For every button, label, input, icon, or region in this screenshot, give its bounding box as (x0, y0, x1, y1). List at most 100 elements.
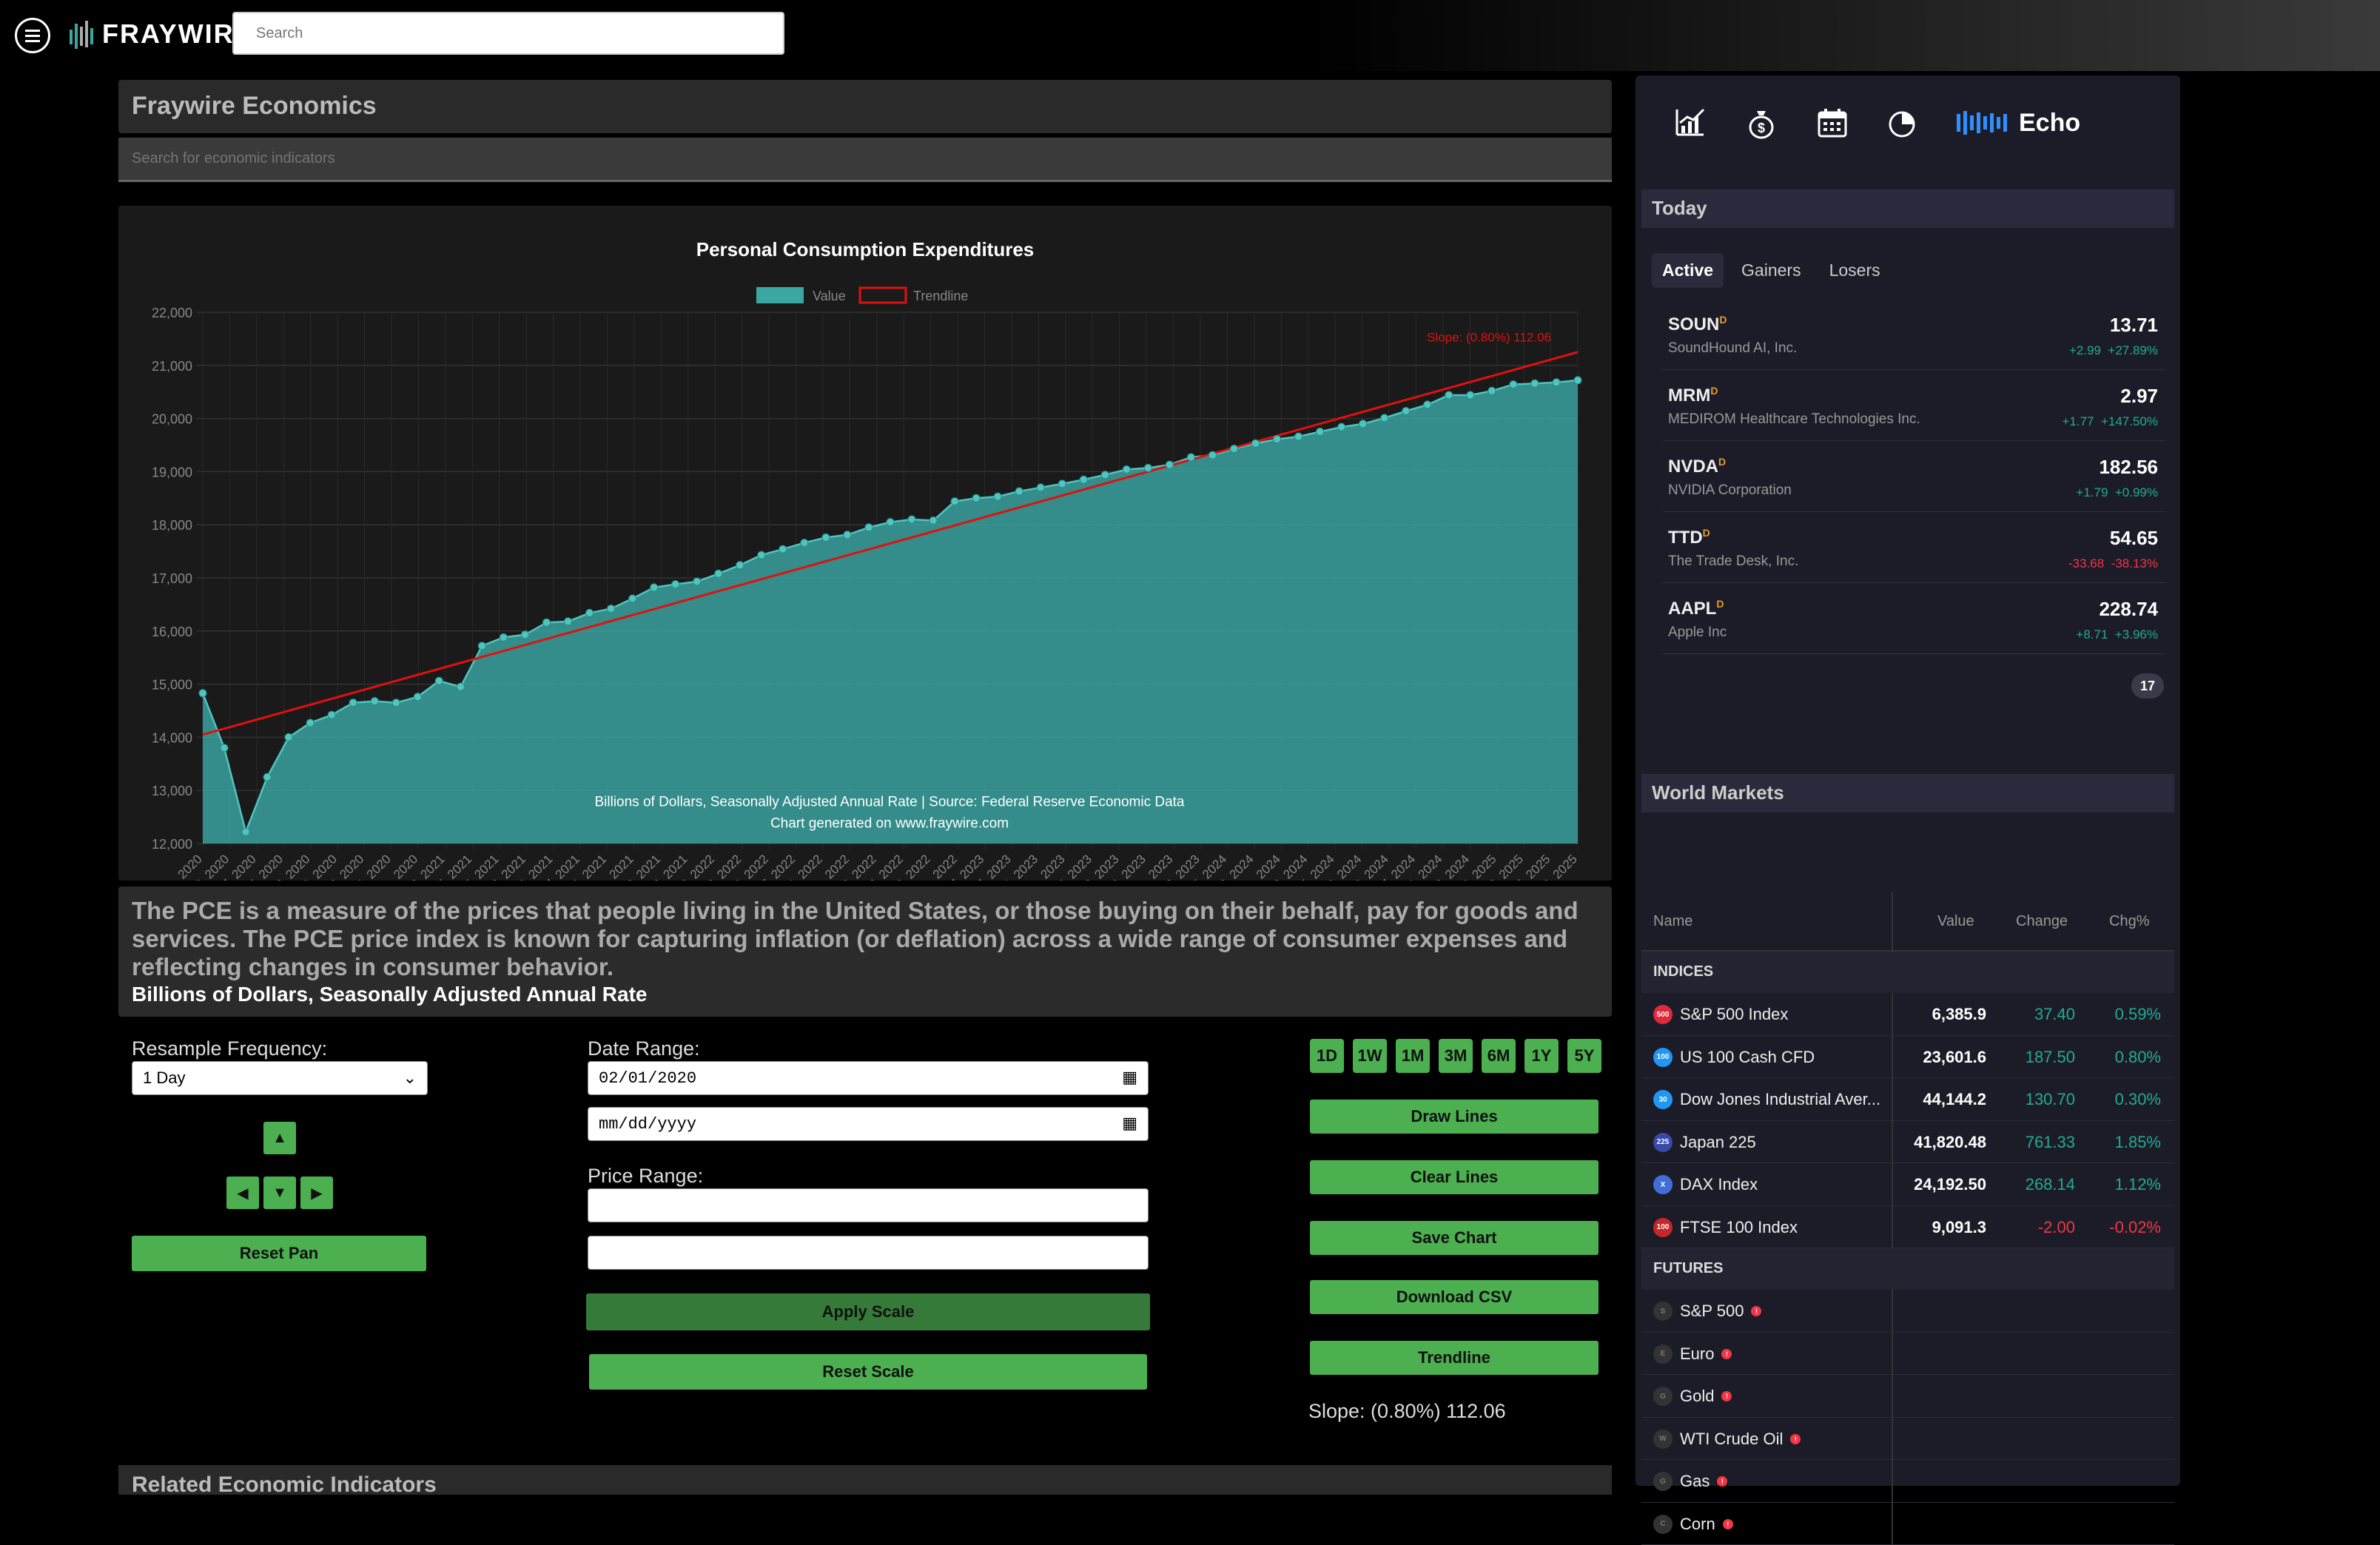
data-point[interactable] (1510, 381, 1517, 388)
index-row[interactable]: 30Dow Jones Industrial Aver...44,144.213… (1641, 1078, 2174, 1121)
data-point[interactable] (1144, 464, 1152, 471)
data-point[interactable] (1209, 451, 1217, 459)
index-row[interactable]: 100US 100 Cash CFD23,601.6187.500.80% (1641, 1036, 2174, 1079)
data-point[interactable] (500, 633, 507, 641)
data-point[interactable] (1123, 466, 1130, 474)
data-point[interactable] (1445, 391, 1453, 399)
calendar-icon[interactable]: ▦ (1122, 1068, 1137, 1088)
data-point[interactable] (715, 570, 722, 577)
data-point[interactable] (586, 609, 594, 616)
data-point[interactable] (1531, 380, 1539, 387)
future-row[interactable]: EEuro! (1641, 1333, 2174, 1376)
data-point[interactable] (1080, 476, 1087, 483)
global-search-input[interactable] (232, 12, 784, 55)
data-point[interactable] (758, 551, 765, 559)
data-point[interactable] (242, 828, 249, 835)
calendar-icon[interactable] (1815, 105, 1850, 141)
price-max-input[interactable] (588, 1236, 1149, 1270)
reset-pan-button[interactable]: Reset Pan (132, 1236, 426, 1271)
index-row[interactable]: 225Japan 22541,820.48761.331.85% (1641, 1121, 2174, 1164)
data-point[interactable] (887, 519, 894, 526)
data-point[interactable] (478, 642, 485, 650)
data-point[interactable] (1553, 379, 1560, 386)
data-point[interactable] (221, 744, 228, 752)
data-point[interactable] (1015, 488, 1023, 495)
line-chart-icon[interactable] (1673, 105, 1708, 141)
save-chart-button[interactable]: Save Chart (1310, 1221, 1599, 1255)
data-point[interactable] (1187, 454, 1194, 461)
data-point[interactable] (629, 595, 636, 602)
data-point[interactable] (972, 494, 980, 502)
ticker-row[interactable]: TTDDThe Trade Desk, Inc.54.65-33.68 -38.… (1662, 514, 2165, 583)
future-row[interactable]: GGold! (1641, 1375, 2174, 1418)
resample-select[interactable]: 1 Day ⌄ (132, 1061, 428, 1095)
data-point[interactable] (994, 493, 1001, 500)
data-point[interactable] (801, 539, 808, 547)
data-point[interactable] (779, 545, 787, 553)
date-end-input[interactable]: mm/dd/yyyy ▦ (588, 1107, 1149, 1141)
index-row[interactable]: 100FTSE 100 Index9,091.3-2.00-0.02% (1641, 1206, 2174, 1249)
data-point[interactable] (1037, 484, 1044, 491)
tradingview-icon[interactable]: 17 (2131, 673, 2164, 699)
legend-label-trendline[interactable]: Trendline (913, 289, 968, 303)
data-point[interactable] (672, 581, 679, 588)
future-row[interactable]: SS&P 500! (1641, 1290, 2174, 1333)
pan-left-button[interactable]: ◀ (226, 1177, 259, 1209)
reset-scale-button[interactable]: Reset Scale (589, 1354, 1147, 1390)
data-point[interactable] (543, 619, 551, 626)
range-button-6m[interactable]: 6M (1482, 1039, 1516, 1073)
pan-right-button[interactable]: ▶ (300, 1177, 333, 1209)
data-point[interactable] (908, 516, 915, 523)
data-point[interactable] (1488, 387, 1496, 394)
ticker-row[interactable]: NVDADNVIDIA Corporation182.56+1.79 +0.99… (1662, 442, 2165, 512)
pce-chart[interactable]: Personal Consumption ExpendituresValueTr… (118, 206, 1612, 881)
data-point[interactable] (865, 524, 873, 531)
data-point[interactable] (1402, 408, 1410, 415)
data-point[interactable] (1274, 436, 1281, 443)
trendline-button[interactable]: Trendline (1310, 1341, 1599, 1375)
data-point[interactable] (565, 618, 572, 625)
future-row[interactable]: GGas! (1641, 1460, 2174, 1503)
data-point[interactable] (285, 733, 292, 741)
data-point[interactable] (651, 584, 658, 591)
data-point[interactable] (1381, 414, 1388, 422)
data-point[interactable] (1424, 401, 1431, 408)
data-point[interactable] (328, 711, 335, 718)
tab-active[interactable]: Active (1652, 253, 1724, 288)
ticker-row[interactable]: AAPLDApple Inc228.74+8.71 +3.96% (1662, 585, 2165, 654)
range-button-1w[interactable]: 1W (1353, 1039, 1387, 1073)
data-point[interactable] (736, 562, 744, 569)
data-point[interactable] (1101, 471, 1109, 479)
tab-gainers[interactable]: Gainers (1731, 253, 1812, 288)
data-point[interactable] (1359, 420, 1367, 428)
range-button-5y[interactable]: 5Y (1567, 1039, 1601, 1073)
data-point[interactable] (844, 531, 851, 539)
data-point[interactable] (1295, 433, 1302, 440)
indicator-search-input[interactable] (118, 138, 1612, 182)
data-point[interactable] (930, 517, 937, 525)
range-button-1m[interactable]: 1M (1396, 1039, 1430, 1073)
price-min-input[interactable] (588, 1188, 1149, 1222)
pan-down-button[interactable]: ▼ (263, 1177, 296, 1209)
data-point[interactable] (457, 683, 464, 690)
data-point[interactable] (435, 677, 443, 684)
data-point[interactable] (1166, 461, 1173, 468)
range-button-3m[interactable]: 3M (1439, 1039, 1473, 1073)
data-point[interactable] (951, 498, 958, 505)
echo-link[interactable]: Echo (1957, 109, 2080, 138)
pan-up-button[interactable]: ▲ (263, 1122, 296, 1154)
data-point[interactable] (414, 693, 421, 701)
legend-label-value[interactable]: Value (813, 289, 846, 303)
data-point[interactable] (1574, 377, 1581, 384)
ticker-row[interactable]: SOUNDSoundHound AI, Inc.13.71+2.99 +27.8… (1662, 300, 2165, 370)
range-button-1d[interactable]: 1D (1310, 1039, 1344, 1073)
pie-chart-icon[interactable] (1886, 105, 1921, 141)
data-point[interactable] (822, 533, 830, 541)
data-point[interactable] (392, 699, 400, 707)
apply-scale-button[interactable]: Apply Scale (586, 1293, 1150, 1330)
index-row[interactable]: XDAX Index24,192.50268.141.12% (1641, 1163, 2174, 1206)
data-point[interactable] (693, 578, 701, 585)
data-point[interactable] (306, 719, 314, 727)
data-point[interactable] (1317, 428, 1324, 436)
range-button-1y[interactable]: 1Y (1525, 1039, 1559, 1073)
